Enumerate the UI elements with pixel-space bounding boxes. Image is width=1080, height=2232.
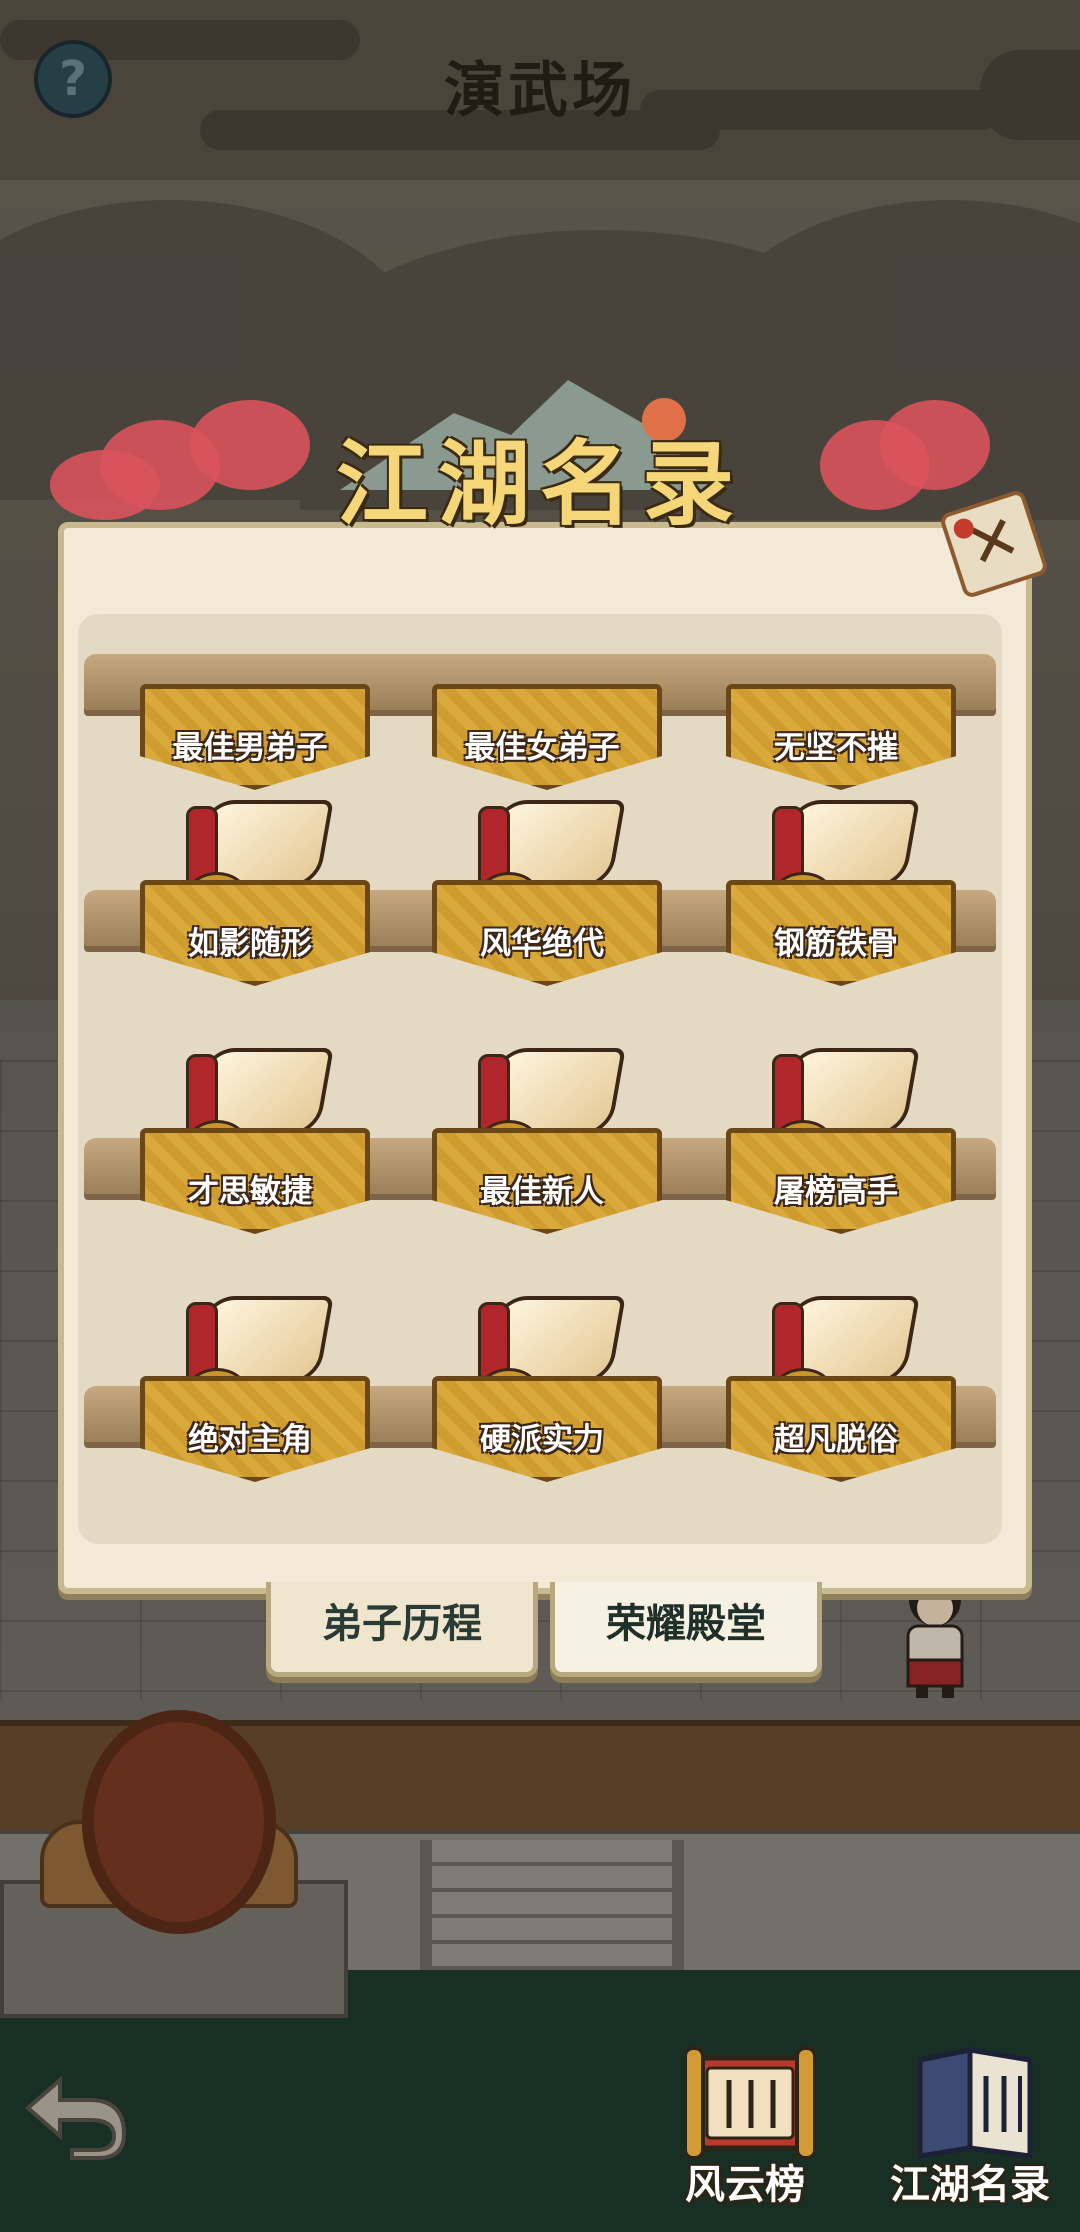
award-label: 屠榜高手 (774, 1174, 898, 1210)
leaderboard-button[interactable]: 风云榜 (655, 2040, 835, 2220)
award-best-male-disciple[interactable]: 最佳男弟子 (140, 604, 370, 790)
award-peerless-grace[interactable]: 风华绝代 (432, 800, 662, 986)
tab-disciple-history[interactable]: 弟子历程 (266, 1582, 538, 1677)
directory-button[interactable]: 江湖名录 (880, 2040, 1060, 2220)
award-label: 才思敏捷 (188, 1174, 312, 1210)
award-best-newcomer[interactable]: 最佳新人 (432, 1048, 662, 1234)
award-transcendent[interactable]: 超凡脱俗 (726, 1296, 956, 1482)
directory-label: 江湖名录 (890, 2162, 1050, 2208)
award-label: 最佳男弟子 (172, 730, 328, 766)
award-label: 绝对主角 (188, 1422, 312, 1458)
award-hardcore-strength[interactable]: 硬派实力 (432, 1296, 662, 1482)
close-icon: ✕ (957, 498, 1030, 585)
tab-hall-of-fame[interactable]: 荣耀殿堂 (550, 1582, 822, 1677)
leaderboard-label: 风云榜 (685, 2162, 805, 2208)
award-iron-body[interactable]: 钢筋铁骨 (726, 800, 956, 986)
award-label: 最佳新人 (480, 1174, 604, 1210)
award-label: 超凡脱俗 (774, 1422, 898, 1458)
award-shadow-follow[interactable]: 如影随形 (140, 800, 370, 986)
page-title: 演武场 (444, 56, 636, 126)
back-button[interactable] (20, 2070, 130, 2160)
award-best-female-disciple[interactable]: 最佳女弟子 (432, 604, 662, 790)
back-arrow-icon (24, 2075, 127, 2160)
war-drum (82, 1710, 276, 1934)
award-quick-witted[interactable]: 才思敏捷 (140, 1048, 370, 1234)
scroll-board-icon (685, 2046, 815, 2160)
award-absolute-protagonist[interactable]: 绝对主角 (140, 1296, 370, 1482)
award-label: 无坚不摧 (774, 730, 898, 766)
award-label: 钢筋铁骨 (774, 926, 898, 962)
book-icon (917, 2046, 1033, 2159)
award-label: 最佳女弟子 (464, 730, 620, 766)
dialog-title: 江湖名录 (335, 430, 744, 538)
award-label: 如影随形 (188, 926, 312, 962)
award-chart-topper[interactable]: 屠榜高手 (726, 1048, 956, 1234)
award-label: 硬派实力 (480, 1422, 604, 1458)
award-label: 风华绝代 (480, 926, 604, 962)
award-invincible[interactable]: 无坚不摧 (726, 604, 956, 790)
